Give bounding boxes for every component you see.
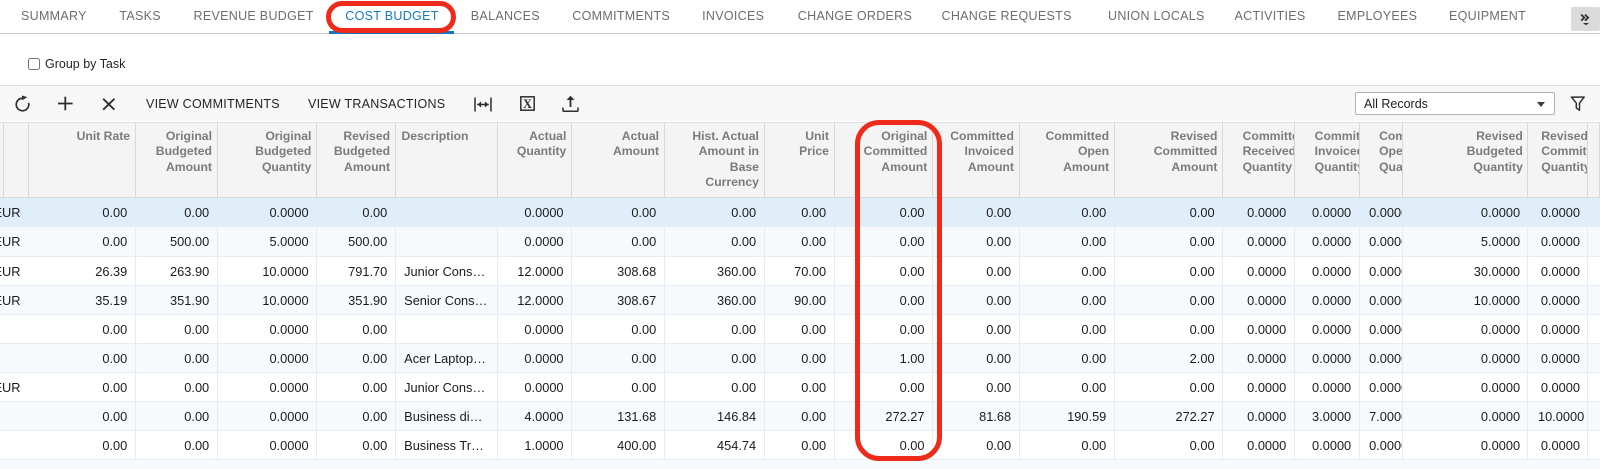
svg-text:X: X xyxy=(522,97,531,111)
